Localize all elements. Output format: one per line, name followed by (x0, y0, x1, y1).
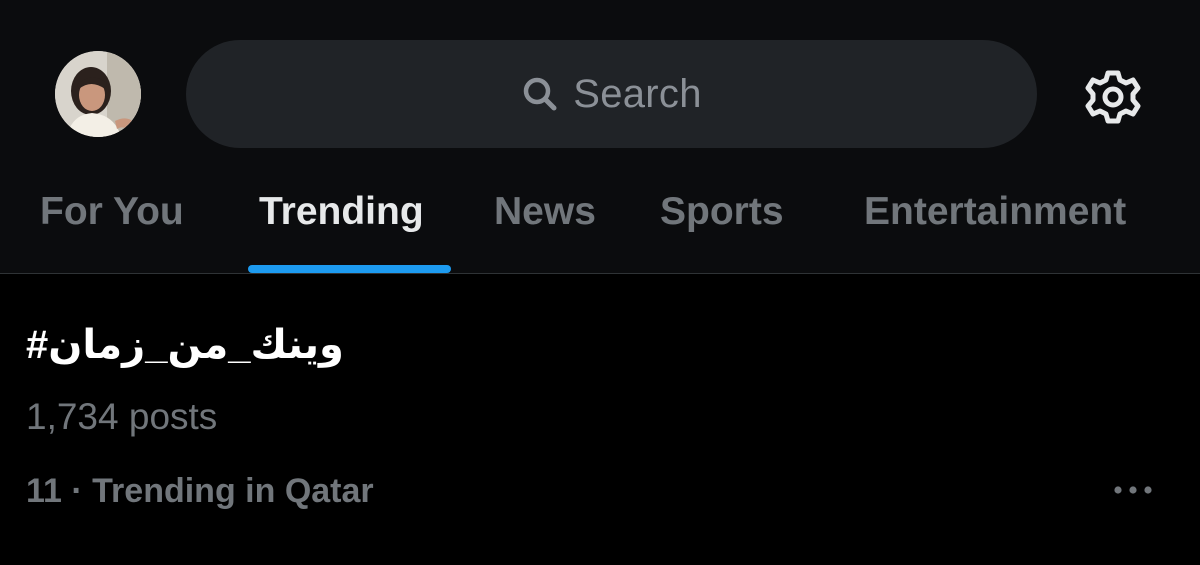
search-icon (523, 77, 557, 111)
search-placeholder: Search (573, 71, 702, 116)
explore-page: Search For You Trending News Sports Ente… (0, 0, 1200, 565)
search-bar[interactable]: Search (186, 40, 1037, 148)
avatar-image (55, 51, 141, 137)
tab-sports[interactable]: Sports (660, 190, 784, 234)
trend-post-count: 1,734 posts (26, 396, 218, 437)
tab-trending[interactable]: Trending (259, 190, 424, 234)
tab-news[interactable]: News (494, 190, 596, 234)
tab-entertainment[interactable]: Entertainment (864, 190, 1126, 234)
explore-tabs: For You Trending News Sports Entertainme… (0, 170, 1200, 274)
trend-item[interactable]: #وينك_من_زمان 1,734 posts 11 · Trending … (0, 274, 1200, 565)
top-bar: Search For You Trending News Sports Ente… (0, 0, 1200, 274)
trend-rank-location: 11 · Trending in Qatar (26, 472, 374, 510)
profile-avatar[interactable] (55, 51, 141, 137)
trend-hashtag: #وينك_من_زمان (26, 323, 344, 367)
search-content: Search (521, 72, 702, 117)
active-tab-indicator (248, 265, 451, 273)
gear-icon[interactable] (1083, 67, 1143, 127)
more-horizontal-icon[interactable] (1110, 479, 1156, 501)
tab-for-you[interactable]: For You (40, 190, 184, 234)
